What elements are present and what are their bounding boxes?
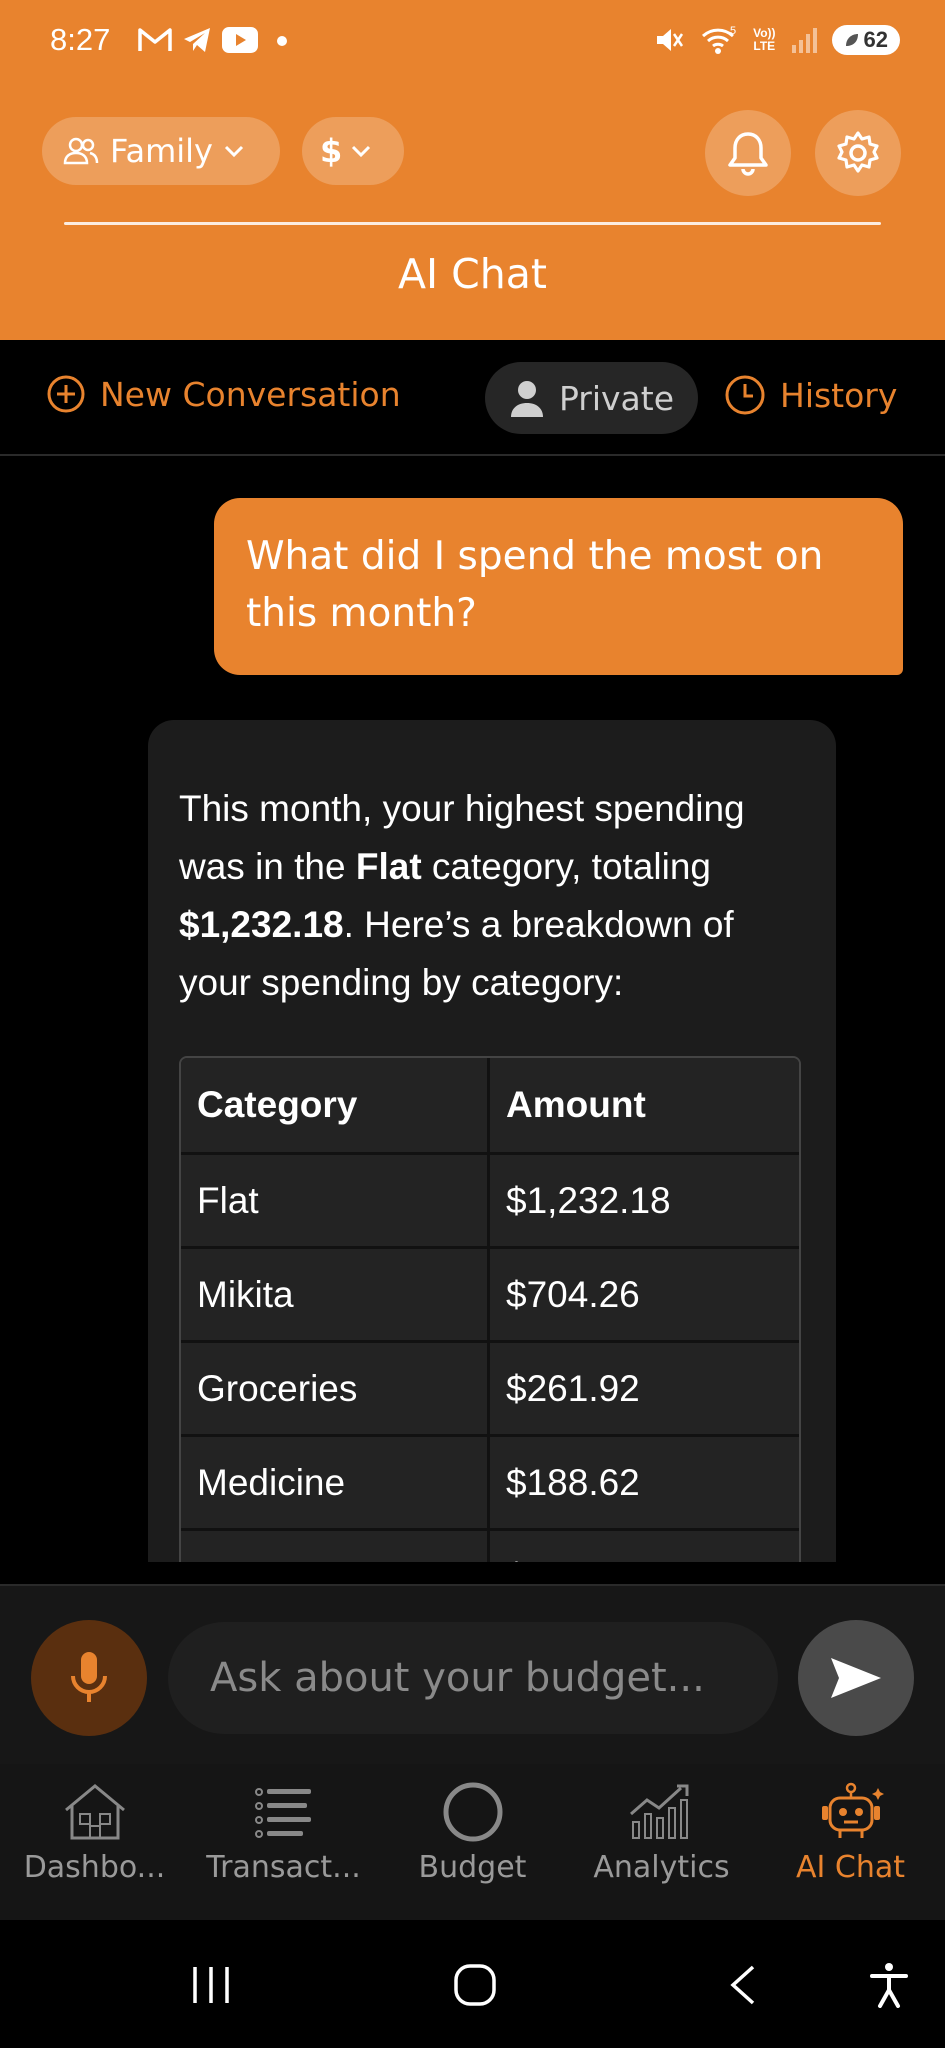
accessibility-button[interactable] (864, 1960, 914, 2010)
bottom-navigation: Dashbo... Transact... Budget Analytics A… (0, 1764, 945, 1920)
user-message-text: What did I spend the most on this month? (246, 534, 824, 636)
gmail-icon (138, 28, 172, 51)
battery-indicator: 62 (831, 25, 900, 55)
family-selector-label: Family (110, 132, 213, 170)
nav-label: AI Chat (795, 1850, 905, 1885)
plus-circle-icon (47, 375, 85, 413)
accessibility-icon (870, 1963, 908, 2008)
notification-icons (138, 26, 290, 54)
table-cell-amount: $1,232.18 (490, 1155, 799, 1246)
chat-input[interactable] (168, 1622, 778, 1734)
voice-input-button[interactable] (31, 1620, 147, 1736)
youtube-icon (222, 27, 258, 53)
system-status-icons: 5 Vo)) LTE 62 (653, 24, 900, 56)
home-icon (454, 1964, 496, 2006)
header-divider (64, 222, 881, 225)
volte-bottom: LTE (753, 39, 776, 53)
new-conversation-button[interactable]: New Conversation (46, 374, 401, 414)
house-icon (64, 1784, 125, 1840)
users-icon (63, 137, 99, 165)
private-label: Private (558, 378, 675, 418)
table-cell-category: Flat (181, 1155, 491, 1246)
system-navigation-bar (0, 1920, 945, 2048)
list-icon (254, 1788, 311, 1838)
nav-item-ai-chat[interactable]: AI Chat (756, 1764, 945, 1920)
battery-leaf-icon (845, 34, 858, 46)
currency-selector-label: $ (320, 132, 343, 170)
currency-selector[interactable]: $ (302, 117, 404, 185)
nav-label: Dashbo... (23, 1850, 166, 1885)
chat-messages[interactable]: What did I spend the most on this month?… (0, 458, 945, 1562)
nav-item-dashboard[interactable]: Dashbo... (0, 1764, 189, 1920)
clock-icon (725, 375, 765, 415)
spending-table: Category Amount Flat $1,232.18 Mikita $7… (179, 1056, 801, 1562)
ai-message-bubble: This month, your highest spending was in… (148, 720, 836, 1562)
table-header-cell: Amount (490, 1058, 799, 1152)
table-row: Medicine $188.62 (181, 1434, 799, 1528)
recents-button[interactable] (186, 1960, 236, 2010)
nav-label: Budget (418, 1850, 527, 1885)
table-cell-amount: $71.13 (490, 1531, 799, 1562)
family-selector[interactable]: Family (42, 117, 280, 185)
microphone-icon (71, 1652, 107, 1702)
table-row: Groceries $261.92 (181, 1340, 799, 1434)
battery-level: 62 (863, 27, 888, 52)
back-icon (730, 1965, 755, 2005)
back-button[interactable] (718, 1960, 768, 2010)
table-cell-category: Medicine (181, 1437, 491, 1528)
signal-icon (791, 28, 817, 53)
robot-icon (821, 1782, 884, 1838)
status-time: 8:27 (50, 22, 111, 57)
history-button[interactable]: History (724, 374, 897, 416)
mute-icon (657, 29, 684, 51)
table-header-row: Category Amount (181, 1058, 799, 1152)
ai-message-text: This month, your highest spending was in… (179, 788, 745, 1003)
nav-item-analytics[interactable]: Analytics (567, 1764, 756, 1920)
highlight-category: Flat (355, 846, 422, 887)
chat-toolbar: New Conversation Private History (0, 340, 945, 456)
settings-button[interactable] (815, 110, 901, 196)
highlight-amount: $1,232.18 (179, 904, 344, 945)
table-row: Mikita $704.26 (181, 1246, 799, 1340)
bell-icon (728, 132, 768, 176)
table-cell-category: Ali (181, 1531, 491, 1562)
message-composer (0, 1584, 945, 1764)
ring-icon (443, 1782, 502, 1842)
table-cell-category: Groceries (181, 1343, 491, 1434)
send-button[interactable] (798, 1620, 914, 1736)
send-icon (831, 1658, 881, 1698)
wifi-icon: 5 (702, 25, 736, 54)
new-conversation-label: New Conversation (100, 374, 401, 414)
table-header-cell: Category (181, 1058, 491, 1152)
user-message-bubble: What did I spend the most on this month? (214, 498, 903, 675)
chevron-down-icon (352, 145, 371, 158)
table-row: Ali $71.13 (181, 1528, 799, 1562)
person-icon (510, 381, 543, 417)
recents-icon (193, 1967, 229, 2003)
gear-icon (837, 131, 879, 173)
app-header: 8:27 5 Vo)) LTE 62 Family $ AI Chat (0, 0, 945, 340)
dot-icon (277, 36, 287, 46)
nav-label: Transact... (206, 1850, 361, 1885)
table-cell-category: Mikita (181, 1249, 491, 1340)
volte-indicator: Vo)) LTE (753, 27, 775, 53)
history-label: History (780, 375, 898, 415)
chevron-down-icon (224, 145, 244, 158)
status-bar: 8:27 5 Vo)) LTE 62 (0, 0, 945, 88)
table-row: Flat $1,232.18 (181, 1152, 799, 1246)
page-title: AI Chat (398, 250, 547, 298)
table-cell-amount: $188.62 (490, 1437, 799, 1528)
chart-icon (629, 1784, 688, 1839)
nav-item-budget[interactable]: Budget (378, 1764, 567, 1920)
table-cell-amount: $261.92 (490, 1343, 799, 1434)
private-toggle[interactable]: Private (485, 362, 698, 434)
home-button[interactable] (450, 1960, 500, 2010)
table-cell-amount: $704.26 (490, 1249, 799, 1340)
nav-label: Analytics (593, 1850, 730, 1885)
svg-text:5: 5 (730, 25, 736, 37)
notifications-button[interactable] (705, 110, 791, 196)
telegram-icon (184, 28, 210, 52)
nav-item-transactions[interactable]: Transact... (189, 1764, 378, 1920)
